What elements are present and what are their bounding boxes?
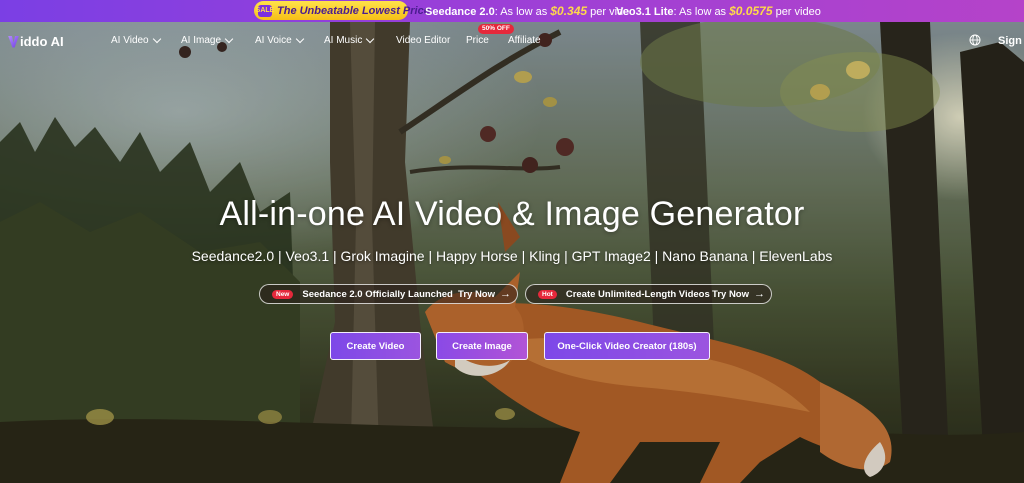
one-click-video-creator-button[interactable]: One-Click Video Creator (180s) [544,332,710,360]
try-now-link[interactable]: Try Now → [458,287,511,300]
logo-v-icon [8,35,19,48]
offer-prefix: : As low as [673,6,730,18]
offer-price: $0.345 [550,4,588,18]
offer-name: Seedance 2.0 [425,6,495,18]
offer-suffix: per video [772,6,821,18]
arrow-right-icon: → [754,287,765,300]
promo-bar[interactable]: SALE The Unbeatable Lowest Price Seedanc… [0,0,1024,22]
hot-badge: Hot [538,289,557,299]
announcement-unlimited-length[interactable]: Hot Create Unlimited-Length Videos Try N… [525,284,772,304]
promo-offer-seedance: Seedance 2.0: As low as $0.345 per video [425,4,635,18]
offer-prefix: : As low as [494,6,551,18]
nav-video-editor[interactable]: Video Editor [396,35,450,46]
nav-ai-image[interactable]: AI Image [181,34,234,46]
announcement-text: Seedance 2.0 Officially Launched [302,288,453,300]
offer-name: Veo3.1 Lite [616,6,674,18]
hero-headline: All-in-one AI Video & Image Generator [219,195,805,233]
promo-pill-text: The Unbeatable Lowest Price [277,4,430,17]
nav-price[interactable]: Price [466,35,489,46]
promo-pill[interactable]: SALE The Unbeatable Lowest Price [254,1,430,20]
nav-label: Video Editor [396,35,451,46]
nav-label: AI Image [181,35,222,46]
nav-ai-voice[interactable]: AI Voice [255,34,304,46]
sign-in-button[interactable]: Sign I [998,35,1024,47]
try-now-label: Try Now [712,288,749,300]
chevron-down-icon [224,34,234,44]
nav-label: AI Video [111,35,149,46]
nav-affiliate[interactable]: Affiliate [508,35,541,46]
nav-ai-video[interactable]: AI Video [111,34,161,46]
chevron-down-icon [152,34,161,44]
globe-icon[interactable] [969,34,981,46]
offer-price: $0.0575 [729,4,773,18]
discount-badge: 50% OFF [478,24,514,34]
viddo-logo[interactable]: iddo AI [8,34,64,49]
nav-label: AI Voice [255,35,292,46]
chevron-down-icon [366,34,375,44]
arrow-right-icon: → [500,287,511,300]
try-now-label: Try Now [458,288,495,300]
promo-offer-veo: Veo3.1 Lite: As low as $0.0575 per video [616,4,821,18]
create-video-button[interactable]: Create Video [330,332,421,360]
hero-model-list: Seedance2.0 | Veo3.1 | Grok Imagine | Ha… [191,248,833,264]
nav-ai-music[interactable]: AI Music [324,34,375,46]
try-now-link[interactable]: Try Now → [712,287,765,300]
sale-tag-icon: SALE [256,4,274,17]
announcement-seedance[interactable]: New Seedance 2.0 Officially Launched Try… [259,284,518,304]
nav-label: Affiliate [508,35,541,46]
nav-label: AI Music [324,35,363,46]
create-image-button[interactable]: Create Image [436,332,528,360]
nav-label: Price [466,35,489,46]
chevron-down-icon [295,34,304,44]
new-badge: New [272,289,294,299]
announcement-text: Create Unlimited-Length Videos [565,288,710,300]
logo-text: iddo AI [20,34,64,49]
